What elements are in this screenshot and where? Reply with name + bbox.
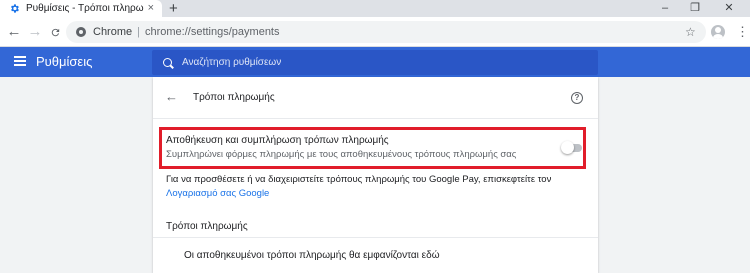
reload-button[interactable] [47, 17, 63, 47]
settings-header: Ρυθμίσεις [0, 47, 750, 77]
save-payments-description: Συμπληρώνει φόρμες πληρωμής με τους αποθ… [166, 149, 517, 160]
google-account-link[interactable]: Λογαριασμό σας Google [166, 188, 269, 199]
divider [153, 118, 598, 119]
search-input[interactable] [182, 57, 582, 68]
back-arrow-icon[interactable]: ← [165, 90, 178, 104]
tab-strip: Ρυθμίσεις - Τρόποι πληρωμής × + – ❐ ✕ [0, 0, 750, 17]
reload-icon [51, 29, 59, 37]
search-icon [163, 58, 172, 67]
save-payments-label: Αποθήκευση και συμπλήρωση τρόπων πληρωμή… [166, 135, 389, 146]
settings-gear-icon [11, 4, 19, 13]
tab-close-icon[interactable]: × [148, 2, 154, 15]
google-pay-info: Για να προσθέσετε ή να διαχειριστείτε τρ… [166, 173, 591, 201]
address-bar[interactable]: Chrome | chrome://settings/payments [66, 21, 706, 43]
browser-menu-icon[interactable]: ⋮ [736, 17, 749, 47]
minimize-button[interactable]: – [656, 0, 674, 17]
chrome-page-icon [76, 27, 86, 37]
payments-card: ← Τρόποι πληρωμής ? Αποθήκευση και συμπλ… [153, 77, 598, 273]
hamburger-menu-icon[interactable] [14, 56, 26, 66]
tab-title: Ρυθμίσεις - Τρόποι πληρωμής [26, 3, 144, 14]
url-text: chrome://settings/payments [144, 26, 280, 38]
close-window-button[interactable]: ✕ [720, 0, 738, 17]
info-text: Για να προσθέσετε ή να διαχειριστείτε τρ… [166, 174, 552, 185]
new-tab-button[interactable]: + [169, 0, 178, 17]
tab-settings[interactable]: Ρυθμίσεις - Τρόποι πληρωμής × [0, 0, 162, 17]
divider [153, 237, 598, 238]
maximize-button[interactable]: ❐ [686, 0, 704, 17]
profile-avatar-icon[interactable] [711, 25, 725, 39]
bookmark-star-icon[interactable]: ☆ [685, 24, 696, 40]
browser-toolbar: ← → Chrome | chrome://settings/payments … [0, 17, 750, 47]
url-separator: | [137, 26, 140, 38]
payment-methods-heading: Τρόποι πληρωμής [166, 221, 248, 232]
settings-search[interactable] [152, 50, 598, 75]
forward-button[interactable]: → [27, 17, 43, 47]
back-button[interactable]: ← [6, 17, 22, 47]
help-icon[interactable]: ? [571, 92, 583, 104]
url-chip: Chrome [93, 26, 133, 38]
page-title: Τρόποι πληρωμής [193, 92, 275, 103]
settings-title: Ρυθμίσεις [36, 54, 93, 69]
toggle-knob [561, 141, 574, 154]
highlight-box [159, 127, 586, 169]
settings-content: ← Τρόποι πληρωμής ? Αποθήκευση και συμπλ… [0, 77, 750, 273]
empty-payment-methods-message: Οι αποθηκευμένοι τρόποι πληρωμής θα εμφα… [184, 250, 440, 261]
save-payments-toggle[interactable] [561, 141, 582, 154]
